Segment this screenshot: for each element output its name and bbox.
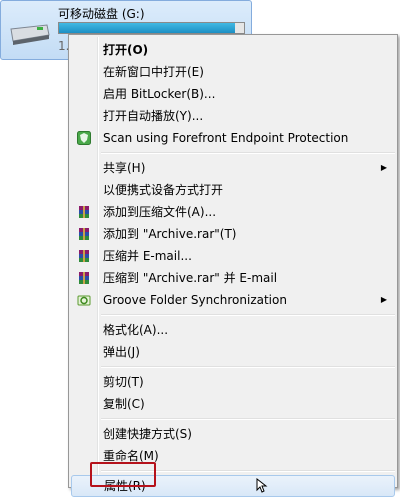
winrar-icon [79,250,89,262]
menu-item-copy[interactable]: 复制(C) [71,393,395,415]
menu-item-label: 压缩并 E-mail... [103,249,192,263]
drive-usage-bar [58,22,245,34]
menu-item-label: 重命名(M) [103,449,159,463]
menu-item-open-new-window[interactable]: 在新窗口中打开(E) [71,61,395,83]
menu-item-compress-rar-email[interactable]: 压缩到 "Archive.rar" 并 E-mail [71,267,395,289]
submenu-arrow-icon: ▶ [380,295,387,304]
menu-item-format[interactable]: 格式化(A)... [71,319,395,341]
menu-item-add-to-archive-rar[interactable]: 添加到 "Archive.rar"(T) [71,223,395,245]
groove-icon [77,295,91,306]
menu-item-share[interactable]: 共享(H) ▶ [71,157,395,179]
mouse-cursor-icon [256,478,268,493]
menu-separator [101,366,395,368]
forefront-shield-icon [77,131,91,145]
menu-item-label: Scan using Forefront Endpoint Protection [103,131,349,145]
menu-item-label: 以便携式设备方式打开 [103,183,224,197]
winrar-icon [79,228,89,240]
menu-item-label: 创建快捷方式(S) [103,427,192,441]
context-menu: 打开(O) 在新窗口中打开(E) 启用 BitLocker(B)... 打开自动… [68,34,398,497]
submenu-arrow-icon: ▶ [380,163,387,172]
menu-item-label: 格式化(A)... [103,323,169,337]
drive-name: 可移动磁盘 (G:) [58,7,145,21]
menu-item-compress-email[interactable]: 压缩并 E-mail... [71,245,395,267]
drive-usage-fill [59,23,235,33]
menu-item-groove-sync[interactable]: Groove Folder Synchronization ▶ [71,289,395,311]
menu-item-label: 剪切(T) [103,375,144,389]
menu-item-label: 压缩到 "Archive.rar" 并 E-mail [103,271,278,285]
properties-highlight-box [90,462,156,487]
menu-item-label: Groove Folder Synchronization [103,293,287,307]
menu-item-cut[interactable]: 剪切(T) [71,371,395,393]
usb-drive-icon [10,24,50,45]
menu-item-eject[interactable]: 弹出(J) [71,341,395,363]
menu-item-label: 添加到压缩文件(A)... [103,205,217,219]
menu-item-label: 复制(C) [103,397,145,411]
menu-separator [101,418,395,420]
menu-item-label: 弹出(J) [103,345,140,359]
menu-separator [101,314,395,316]
menu-separator [101,152,395,154]
menu-item-label: 在新窗口中打开(E) [103,65,204,79]
menu-item-add-to-archive[interactable]: 添加到压缩文件(A)... [71,201,395,223]
menu-item-open[interactable]: 打开(O) [71,39,395,61]
winrar-icon [79,206,89,218]
menu-item-forefront-scan[interactable]: Scan using Forefront Endpoint Protection [71,127,395,149]
menu-item-label: 添加到 "Archive.rar"(T) [103,227,237,241]
winrar-icon [79,272,89,284]
menu-item-open-as-portable[interactable]: 以便携式设备方式打开 [71,179,395,201]
menu-item-label: 打开(O) [103,43,149,57]
menu-item-label: 启用 BitLocker(B)... [103,87,216,101]
menu-item-create-shortcut[interactable]: 创建快捷方式(S) [71,423,395,445]
menu-item-open-autoplay[interactable]: 打开自动播放(Y)... [71,105,395,127]
menu-item-enable-bitlocker[interactable]: 启用 BitLocker(B)... [71,83,395,105]
menu-item-label: 打开自动播放(Y)... [103,109,204,123]
menu-item-label: 共享(H) [103,161,146,175]
